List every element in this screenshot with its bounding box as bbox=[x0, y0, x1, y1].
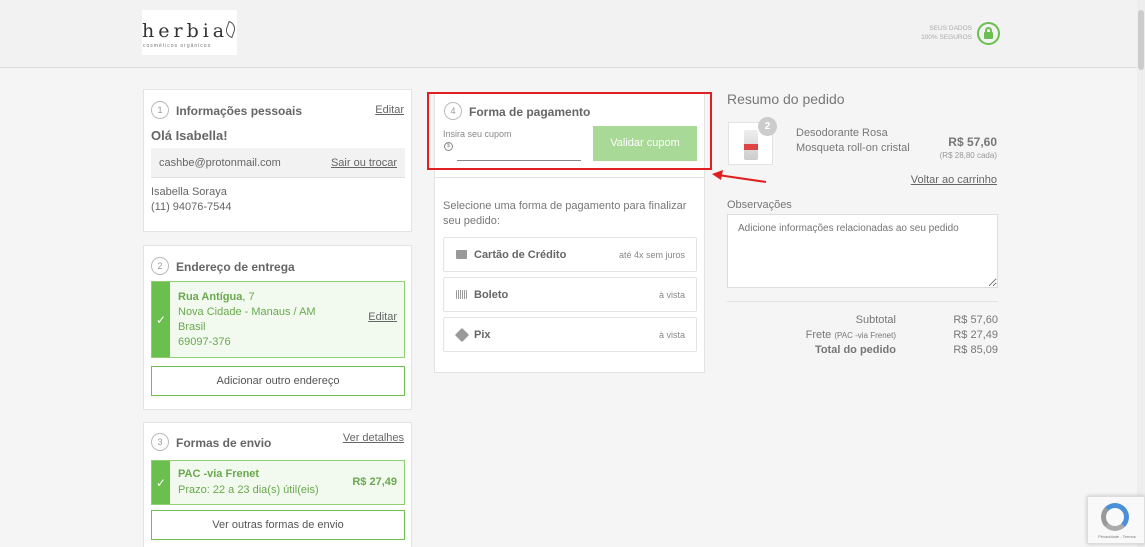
barcode-icon bbox=[456, 290, 467, 299]
shipping-card: 3 Formas de envio Ver detalhes ✓ PAC -vi… bbox=[143, 422, 412, 547]
shipping-detail: (PAC -via Frenet) bbox=[834, 331, 896, 340]
delivery-address-title: Endereço de entrega bbox=[176, 260, 295, 274]
selected-address[interactable]: ✓ Rua Antígua, 7 Nova Cidade - Manaus / … bbox=[151, 281, 405, 358]
logo-tagline: cosméticos orgânicos bbox=[143, 43, 212, 49]
product-quantity-badge: 2 bbox=[758, 117, 777, 136]
edit-personal-link[interactable]: Editar bbox=[375, 104, 404, 116]
highlight-box bbox=[427, 92, 712, 170]
recaptcha-text[interactable]: Privacidade - Termos bbox=[1090, 534, 1144, 539]
logo-wordmark: herbia bbox=[142, 20, 229, 42]
step-number: 1 bbox=[151, 101, 169, 119]
subtotal-label: Subtotal bbox=[855, 314, 896, 326]
payment-option-pix[interactable]: Pix à vista bbox=[443, 317, 697, 352]
recaptcha-badge[interactable]: Privacidade - Termos bbox=[1087, 496, 1145, 544]
greeting: Olá Isabella! bbox=[151, 128, 228, 143]
notes-label: Observações bbox=[727, 199, 792, 211]
switch-account-link[interactable]: Sair ou trocar bbox=[331, 157, 397, 169]
shipping-value: R$ 27,49 bbox=[953, 329, 998, 341]
payment-option-note: até 4x sem juros bbox=[618, 250, 685, 260]
annotation-arrow bbox=[712, 170, 767, 183]
check-icon: ✓ bbox=[152, 461, 170, 504]
payment-option-name: Cartão de Crédito bbox=[474, 249, 567, 261]
email-value: cashbe@protonmail.com bbox=[159, 157, 281, 169]
product-name: Desodorante Rosa Mosqueta roll-on crista… bbox=[796, 127, 910, 154]
step-number: 2 bbox=[151, 257, 169, 275]
lock-icon bbox=[977, 22, 1000, 45]
back-to-cart-link[interactable]: Voltar ao carrinho bbox=[911, 174, 997, 186]
shipping-summary-label: Frete (PAC -via Frenet) bbox=[806, 329, 896, 341]
total-label: Total do pedido bbox=[814, 344, 896, 356]
shipping-title: Formas de envio bbox=[176, 436, 272, 450]
shipping-label: Frete bbox=[805, 329, 832, 341]
payment-instruction: Selecione uma forma de pagamento para fi… bbox=[443, 200, 687, 227]
email-box: cashbe@protonmail.com Sair ou trocar bbox=[151, 148, 405, 178]
credit-card-icon bbox=[456, 250, 467, 259]
order-notes-textarea[interactable] bbox=[727, 214, 998, 288]
other-shipping-button[interactable]: Ver outras formas de envio bbox=[151, 510, 405, 540]
secure-line-2: 100% SEGUROS bbox=[921, 34, 972, 41]
scrollbar-thumb[interactable] bbox=[1138, 10, 1144, 70]
payment-option-name: Pix bbox=[474, 329, 491, 341]
shipping-method: PAC -via Frenet bbox=[178, 468, 260, 480]
payment-divider bbox=[435, 177, 704, 178]
payment-option-credit-card[interactable]: Cartão de Crédito até 4x sem juros bbox=[443, 237, 697, 272]
customer-phone: (11) 94076-7544 bbox=[151, 201, 232, 213]
delivery-address-card: 2 Endereço de entrega ✓ Rua Antígua, 7 N… bbox=[143, 245, 412, 410]
shipping-deadline: Prazo: 22 a 23 dia(s) útil(eis) bbox=[178, 484, 319, 496]
herbia-logo[interactable]: herbia cosméticos orgânicos bbox=[142, 10, 238, 55]
edit-address-link[interactable]: Editar bbox=[368, 311, 397, 323]
shipping-details-link[interactable]: Ver detalhes bbox=[343, 432, 404, 444]
recaptcha-icon bbox=[1101, 503, 1129, 531]
secure-badge: SEUS DADOS 100% SEGUROS bbox=[880, 22, 1000, 46]
secure-text: SEUS DADOS 100% SEGUROS bbox=[921, 24, 972, 42]
address-zip: 69097-376 bbox=[178, 336, 231, 348]
secure-line-1: SEUS DADOS bbox=[929, 25, 972, 32]
scrollbar[interactable] bbox=[1137, 0, 1145, 547]
personal-info-card: 1 Informações pessoais Editar Olá Isabel… bbox=[143, 89, 412, 232]
payment-option-note: à vista bbox=[658, 290, 685, 300]
summary-title: Resumo do pedido bbox=[727, 91, 845, 107]
selected-shipping[interactable]: ✓ PAC -via Frenet Prazo: 22 a 23 dia(s) … bbox=[151, 460, 405, 505]
address-number: , 7 bbox=[242, 291, 255, 303]
address-street: Rua Antígua bbox=[178, 291, 243, 303]
summary-divider bbox=[727, 301, 998, 302]
address-city: Nova Cidade - Manaus / AM bbox=[178, 306, 316, 318]
total-value: R$ 85,09 bbox=[953, 344, 998, 356]
subtotal-value: R$ 57,60 bbox=[953, 314, 998, 326]
product-unit-price: (R$ 28,80 cada) bbox=[939, 151, 997, 160]
payment-option-note: à vista bbox=[658, 330, 685, 340]
site-header: herbia cosméticos orgânicos SEUS DADOS 1… bbox=[0, 0, 1145, 68]
payment-option-boleto[interactable]: Boleto à vista bbox=[443, 277, 697, 312]
check-icon: ✓ bbox=[152, 282, 170, 357]
add-address-button[interactable]: Adicionar outro endereço bbox=[151, 366, 405, 396]
product-price: R$ 57,60 bbox=[948, 135, 997, 149]
address-country: Brasil bbox=[178, 321, 206, 333]
shipping-price: R$ 27,49 bbox=[352, 476, 397, 488]
customer-name: Isabella Soraya bbox=[151, 186, 227, 198]
personal-info-title: Informações pessoais bbox=[176, 104, 303, 118]
payment-option-name: Boleto bbox=[474, 289, 509, 301]
pix-icon bbox=[454, 327, 470, 343]
step-number: 3 bbox=[151, 433, 169, 451]
